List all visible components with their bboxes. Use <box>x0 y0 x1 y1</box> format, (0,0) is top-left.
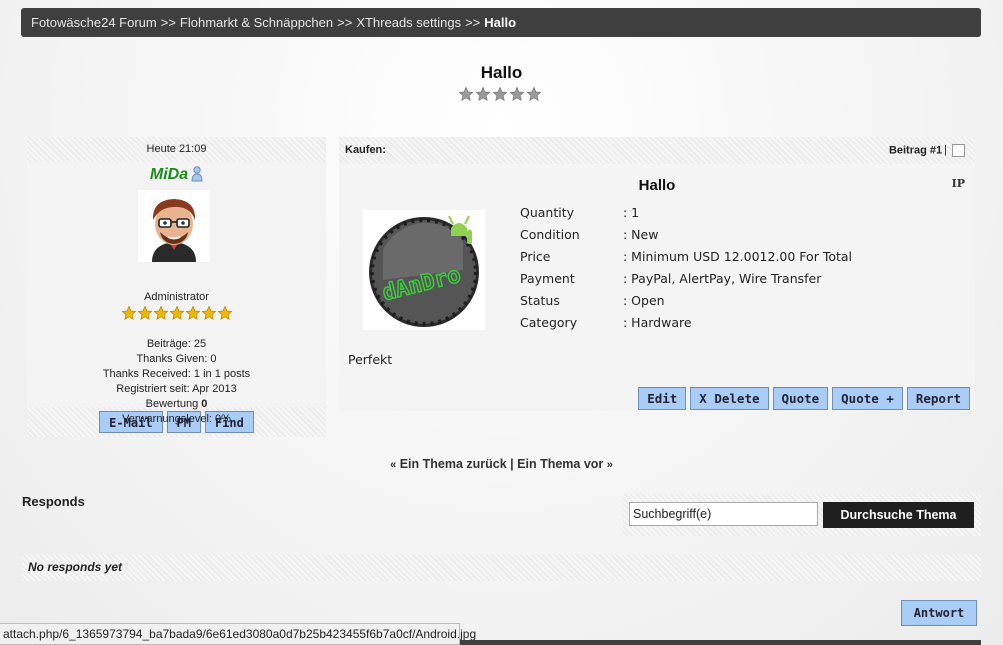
no-responds-message: No responds yet <box>22 554 981 581</box>
star-filled-icon <box>217 305 233 321</box>
prev-arrow-icon: « <box>390 459 397 471</box>
detail-value: : Open <box>623 293 665 308</box>
post: Kaufen: Beitrag #1 | Hallo IP dAnDro Quan… <box>339 137 975 411</box>
detail-value: : Hardware <box>623 315 692 330</box>
detail-value: : Minimum USD 12.0012.00 For Total <box>623 249 853 264</box>
post-buttons: Edit X Delete Quote Quote + Report <box>638 387 970 410</box>
user-box: MiDa Administrator Beiträge: 25 Thanks G… <box>27 162 326 425</box>
responds-heading: Responds <box>22 494 85 509</box>
edit-button[interactable]: Edit <box>638 387 687 410</box>
detail-row-quantity: Quantity : 1 <box>520 202 852 224</box>
detail-value: : New <box>623 227 659 242</box>
post-number-link[interactable]: Beitrag #1 <box>889 144 942 156</box>
delete-button[interactable]: X Delete <box>690 387 769 410</box>
detail-row-price: Price : Minimum USD 12.0012.00 For Total <box>520 246 852 268</box>
post-date: Heute 21:09 <box>27 137 326 162</box>
user-role: Administrator <box>144 291 209 303</box>
star-empty-icon[interactable] <box>526 86 542 102</box>
username: MiDa <box>27 166 326 187</box>
ip-link[interactable]: IP <box>952 177 965 190</box>
detail-key: Price <box>520 249 551 264</box>
post-title: Hallo <box>638 177 676 194</box>
post-body: Hallo IP dAnDro Quantity : 1 Condition : N… <box>339 164 975 411</box>
nav-divider: | <box>510 457 514 471</box>
stat-thanks-given: Thanks Given: 0 <box>136 353 217 365</box>
post-number: Beitrag #1 | <box>889 144 965 157</box>
reply-button[interactable]: Antwort <box>901 600 977 626</box>
quote-button[interactable]: Quote <box>772 387 829 410</box>
username-link[interactable]: MiDa <box>150 166 188 183</box>
detail-row-condition: Condition : New <box>520 224 852 246</box>
breadcrumb-current: Hallo <box>484 15 517 30</box>
stat-posts: Beiträge: 25 <box>146 338 207 350</box>
detail-row-category: Category : Hardware <box>520 312 852 334</box>
page-title: Hallo <box>480 63 523 82</box>
breadcrumb-link-xthreads[interactable]: XThreads settings <box>356 15 461 30</box>
detail-key: Condition <box>520 227 580 242</box>
multiquote-button[interactable]: Quote + <box>832 387 903 410</box>
detail-key: Status <box>520 293 560 308</box>
detail-key: Quantity <box>520 205 575 220</box>
star-empty-icon[interactable] <box>492 86 508 102</box>
thread-rating[interactable] <box>458 86 542 102</box>
browser-status-bar: attach.php/6_1365973794_ba7bada9/6e61ed3… <box>0 623 476 645</box>
breadcrumb-separator: >> <box>465 15 481 30</box>
breadcrumb-link-flohmarkt[interactable]: Flohmarkt & Schnäppchen <box>180 15 333 30</box>
detail-value: : PayPal, AlertPay, Wire Transfer <box>623 271 822 286</box>
detail-row-status: Status : Open <box>520 290 852 312</box>
stat-rating-value[interactable]: 0 <box>201 398 207 410</box>
thread-search: Durchsuche Thema <box>623 494 981 536</box>
stat-rating-label: Bewertung <box>145 398 199 410</box>
star-filled-icon <box>201 305 217 321</box>
item-details: Quantity : 1 Condition : New Price : Minimu… <box>520 202 852 334</box>
user-stats: Beiträge: 25 Thanks Given: 0 Thanks Rece… <box>27 337 326 427</box>
breadcrumb-separator: >> <box>337 15 353 30</box>
star-filled-icon <box>169 305 185 321</box>
star-filled-icon <box>185 305 201 321</box>
breadcrumb-link-forum[interactable]: Fotowäsche24 Forum <box>31 15 157 30</box>
item-image[interactable]: dAnDro <box>363 210 485 330</box>
post-header: Kaufen: Beitrag #1 | <box>339 137 975 164</box>
detail-key: Category <box>520 315 578 330</box>
star-filled-icon <box>121 305 137 321</box>
user-online-icon <box>191 166 203 187</box>
post-number-divider: | <box>944 144 947 157</box>
star-empty-icon[interactable] <box>475 86 491 102</box>
next-arrow-icon: » <box>606 459 613 471</box>
post-select-checkbox[interactable] <box>952 144 965 157</box>
stat-registered: Registriert seit: Apr 2013 <box>116 383 237 395</box>
post-category-label: Kaufen: <box>345 144 386 156</box>
detail-value: : 1 <box>623 205 640 220</box>
thread-navigation: « Ein Thema zurück | Ein Thema vor » <box>0 457 1003 471</box>
user-info-panel: Heute 21:09 MiDa Administrator Beiträge:… <box>27 137 326 437</box>
next-thread-link[interactable]: Ein Thema vor <box>517 457 603 471</box>
search-thread-button[interactable]: Durchsuche Thema <box>823 502 974 528</box>
detail-key: Payment <box>520 271 575 286</box>
search-input[interactable] <box>629 502 818 526</box>
detail-row-payment: Payment : PayPal, AlertPay, Wire Transfer <box>520 268 852 290</box>
stat-rating: Bewertung 0 <box>27 397 326 412</box>
user-rank-stars <box>121 305 233 321</box>
report-button[interactable]: Report <box>906 387 970 410</box>
stat-thanks-received: Thanks Received: 1 in 1 posts <box>102 368 251 380</box>
prev-thread-link[interactable]: Ein Thema zurück <box>400 457 507 471</box>
avatar[interactable] <box>138 190 210 262</box>
footer-bar <box>460 640 981 645</box>
stat-warn-level: Verwarnungslevel: 0% <box>122 413 231 425</box>
star-empty-icon[interactable] <box>458 86 474 102</box>
breadcrumb-separator: >> <box>160 15 176 30</box>
post-message: Perfekt <box>348 352 393 367</box>
star-filled-icon <box>137 305 153 321</box>
breadcrumb: Fotowäsche24 Forum >> Flohmarkt & Schnäppc… <box>21 8 981 37</box>
star-empty-icon[interactable] <box>509 86 525 102</box>
star-filled-icon <box>153 305 169 321</box>
